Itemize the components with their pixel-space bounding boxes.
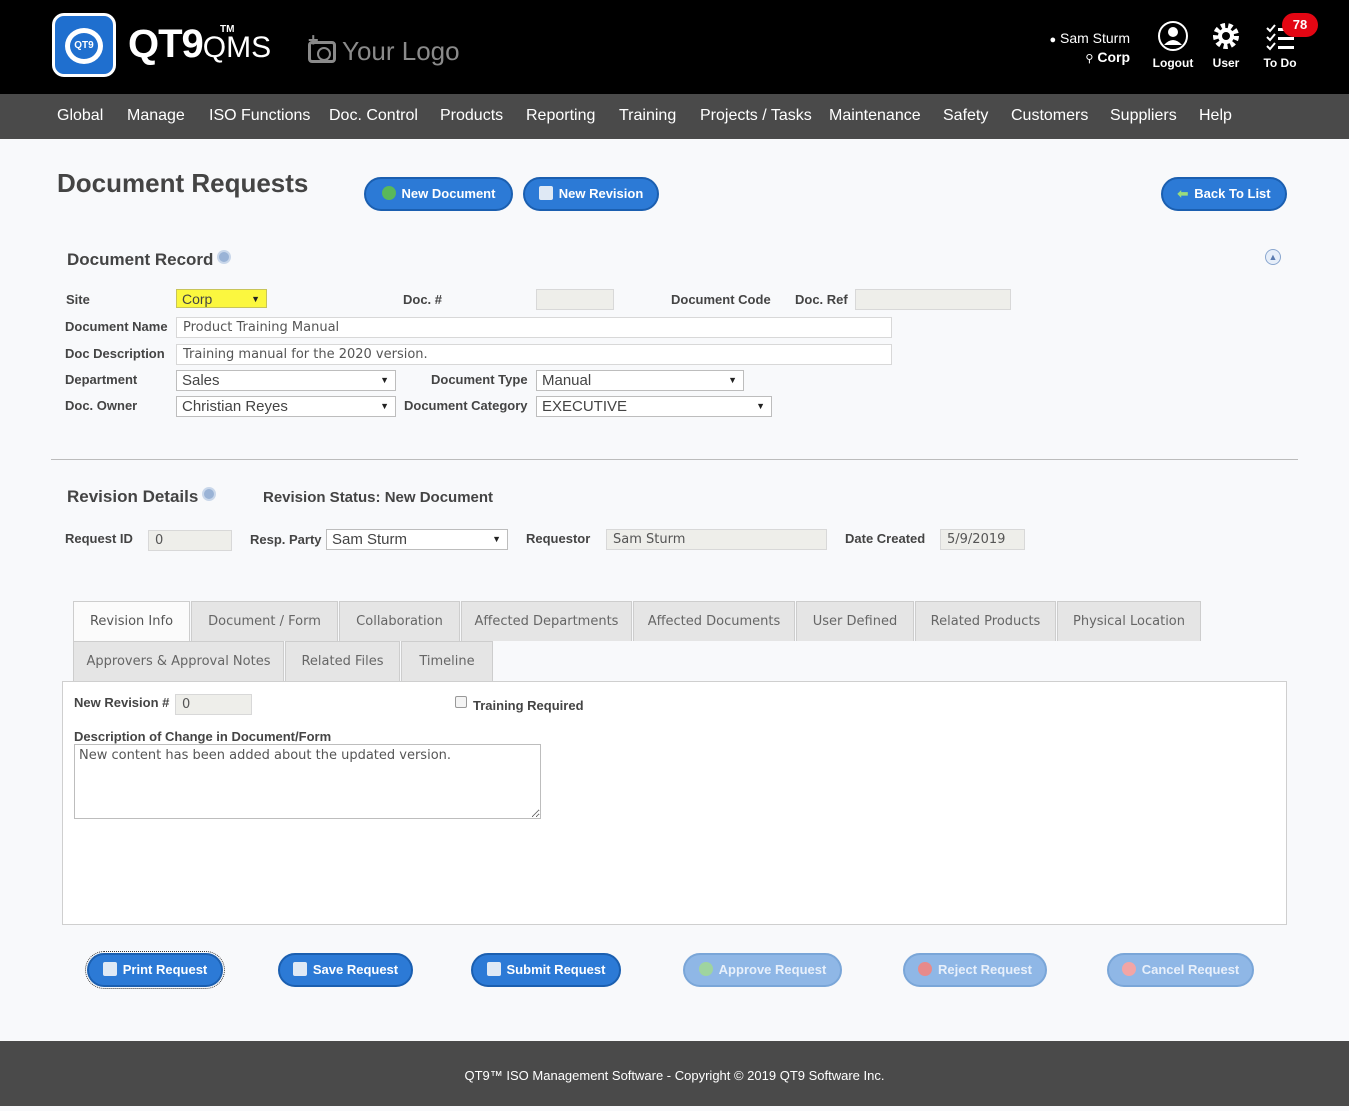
requestor-label: Requestor	[526, 531, 591, 546]
site-label: Site	[66, 292, 90, 307]
tab-affected-documents[interactable]: Affected Documents	[633, 601, 795, 641]
document-name-field[interactable]: Product Training Manual	[176, 317, 892, 338]
description-change-label: Description of Change in Document/Form	[74, 729, 332, 744]
logout-button[interactable]: Logout	[1148, 20, 1198, 70]
reject-request-button[interactable]: Reject Request	[903, 953, 1047, 987]
submit-request-button[interactable]: Submit Request	[471, 953, 621, 987]
submit-icon	[486, 962, 501, 976]
nav-doc-control[interactable]: Doc. Control	[329, 107, 418, 125]
nav-safety[interactable]: Safety	[943, 107, 988, 125]
doc-ref-field[interactable]	[855, 289, 1011, 310]
revision-status: Revision Status: New Document	[263, 489, 494, 506]
department-label: Department	[65, 372, 138, 387]
request-id-field[interactable]: 0	[148, 530, 232, 551]
new-revision-button[interactable]: New Revision	[523, 177, 659, 211]
nav-training[interactable]: Training	[619, 107, 676, 125]
footer: QT9™ ISO Management Software - Copyright…	[0, 1041, 1349, 1106]
person-icon: ●	[1049, 34, 1057, 46]
document-category-select[interactable]: EXECUTIVE	[536, 396, 772, 417]
close-icon	[918, 962, 933, 976]
date-created-label: Date Created	[845, 531, 926, 546]
document-category-label: Document Category	[404, 398, 528, 413]
nav-maintenance[interactable]: Maintenance	[829, 107, 921, 125]
user-info: ● Sam Sturm ⚲ Corp	[1049, 30, 1130, 65]
your-logo[interactable]: Your Logo	[308, 36, 460, 67]
doc-number-label: Doc. #	[403, 292, 443, 307]
location-pin-icon: ⚲	[1085, 53, 1094, 65]
new-revision-field[interactable]: 0	[175, 694, 252, 715]
document-icon	[538, 186, 553, 200]
requestor-field[interactable]: Sam Sturm	[606, 529, 827, 550]
help-icon[interactable]	[202, 487, 217, 501]
collapse-icon[interactable]: ▲	[1265, 249, 1281, 265]
tab-affected-departments[interactable]: Affected Departments	[461, 601, 632, 641]
gear-icon	[1213, 23, 1239, 49]
minus-icon	[1121, 962, 1136, 976]
back-to-list-button[interactable]: ⬅ Back To List	[1161, 177, 1287, 211]
printer-icon	[102, 962, 117, 976]
document-name-label: Document Name	[65, 319, 168, 334]
cancel-request-button[interactable]: Cancel Request	[1107, 953, 1254, 987]
save-icon	[292, 962, 307, 976]
logout-icon	[1158, 21, 1188, 51]
todo-count-badge: 78	[1282, 13, 1318, 37]
qt9-logo-icon[interactable]: QT9	[52, 13, 116, 77]
nav-reporting[interactable]: Reporting	[526, 107, 595, 125]
training-required-label: Training Required	[473, 698, 584, 713]
doc-number-field[interactable]	[536, 289, 614, 310]
training-required-checkbox[interactable]	[455, 696, 467, 708]
tab-collaboration[interactable]: Collaboration	[339, 601, 460, 641]
nav-iso-functions[interactable]: ISO Functions	[209, 107, 310, 125]
nav-customers[interactable]: Customers	[1011, 107, 1088, 125]
document-type-label: Document Type	[431, 372, 528, 387]
approve-request-button[interactable]: Approve Request	[683, 953, 842, 987]
site-select[interactable]: Corp	[176, 289, 267, 308]
main-nav: Global Manage ISO Functions Doc. Control…	[0, 94, 1349, 139]
tab-physical-location[interactable]: Physical Location	[1057, 601, 1201, 641]
nav-suppliers[interactable]: Suppliers	[1110, 107, 1177, 125]
brand-name: QT9 TM QMS	[128, 22, 272, 66]
doc-ref-label: Doc. Ref	[795, 292, 848, 307]
document-type-select[interactable]: Manual	[536, 370, 744, 391]
tab-document-form[interactable]: Document / Form	[191, 601, 338, 641]
doc-description-field[interactable]: Training manual for the 2020 version.	[176, 344, 892, 365]
nav-help[interactable]: Help	[1199, 107, 1232, 125]
user-settings-button[interactable]: User	[1201, 20, 1251, 70]
print-request-button[interactable]: Print Request	[85, 951, 225, 989]
arrow-left-icon: ⬅	[1177, 186, 1189, 201]
tab-user-defined[interactable]: User Defined	[796, 601, 914, 641]
tab-timeline[interactable]: Timeline	[401, 641, 493, 681]
nav-manage[interactable]: Manage	[127, 107, 185, 125]
nav-global[interactable]: Global	[57, 107, 103, 125]
department-select[interactable]: Sales	[176, 370, 396, 391]
date-created-field[interactable]: 5/9/2019	[940, 529, 1025, 550]
check-icon	[698, 962, 713, 976]
new-document-button[interactable]: New Document	[364, 177, 513, 211]
document-record-heading: Document Record	[67, 250, 232, 270]
doc-owner-label: Doc. Owner	[65, 398, 138, 413]
section-divider	[51, 459, 1298, 460]
tab-related-files[interactable]: Related Files	[285, 641, 400, 681]
tab-revision-info[interactable]: Revision Info	[73, 601, 190, 641]
plus-circle-icon	[381, 186, 396, 200]
top-bar: QT9 QT9 TM QMS + Your Logo ● Sam Sturm ⚲ C…	[0, 0, 1349, 94]
doc-owner-select[interactable]: Christian Reyes	[176, 396, 396, 417]
revision-details-heading: Revision Details	[67, 487, 217, 507]
nav-products[interactable]: Products	[440, 107, 503, 125]
document-code-label: Document Code	[671, 292, 771, 307]
tab-approvers[interactable]: Approvers & Approval Notes	[73, 641, 284, 681]
page-title: Document Requests	[57, 168, 309, 198]
new-revision-label: New Revision #	[74, 695, 170, 710]
request-id-label: Request ID	[65, 531, 133, 546]
nav-projects-tasks[interactable]: Projects / Tasks	[700, 107, 812, 125]
tab-related-products[interactable]: Related Products	[915, 601, 1056, 641]
camera-icon	[308, 41, 336, 63]
description-change-textarea[interactable]: New content has been added about the upd…	[74, 744, 541, 819]
doc-description-label: Doc Description	[65, 346, 165, 361]
resp-party-label: Resp. Party	[250, 532, 322, 547]
help-icon[interactable]	[217, 250, 232, 264]
save-request-button[interactable]: Save Request	[278, 953, 413, 987]
resp-party-select[interactable]: Sam Sturm	[326, 529, 508, 550]
